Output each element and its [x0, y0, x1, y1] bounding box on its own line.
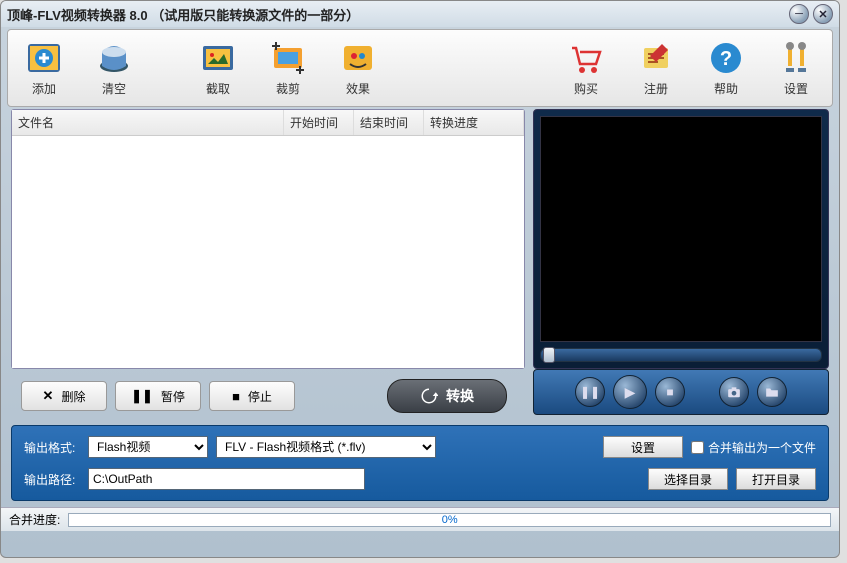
col-end-time[interactable]: 结束时间: [354, 110, 424, 135]
output-panel: 输出格式: Flash视频 FLV - Flash视频格式 (*.flv) 设置…: [11, 425, 829, 501]
toolbar-buy-label: 购买: [574, 80, 598, 97]
effect-icon: [340, 40, 376, 76]
pause-icon: ❚❚: [131, 388, 153, 404]
player-play-button[interactable]: ▶: [613, 375, 647, 409]
delete-label: 删除: [61, 388, 85, 405]
pause-button[interactable]: ❚❚ 暂停: [115, 381, 201, 411]
cart-icon: [568, 40, 604, 76]
pause-label: 暂停: [161, 388, 185, 405]
convert-button[interactable]: 转换: [387, 379, 507, 413]
preview-panel: [533, 109, 829, 369]
toolbar-crop-button[interactable]: 裁剪: [260, 40, 316, 97]
crop-icon: [270, 40, 306, 76]
col-start-time[interactable]: 开始时间: [284, 110, 354, 135]
main-toolbar: 添加 清空 截取 裁剪 效果 购买 注册 ? 帮助: [7, 29, 833, 107]
choose-dir-button[interactable]: 选择目录: [648, 468, 728, 490]
player-snapshot-button[interactable]: [719, 377, 749, 407]
seek-thumb[interactable]: [543, 347, 555, 363]
toolbar-capture-label: 截取: [206, 80, 230, 97]
file-list[interactable]: 文件名 开始时间 结束时间 转换进度: [11, 109, 525, 369]
close-button[interactable]: ✕: [813, 4, 833, 24]
list-action-row: ✕ 删除 ❚❚ 暂停 ■ 停止 转换: [11, 369, 517, 419]
toolbar-register-button[interactable]: 注册: [628, 40, 684, 97]
svg-text:?: ?: [720, 48, 732, 70]
toolbar-help-button[interactable]: ? 帮助: [698, 40, 754, 97]
output-path-label: 输出路径:: [24, 471, 80, 488]
x-icon: ✕: [43, 388, 54, 404]
toolbar-capture-button[interactable]: 截取: [190, 40, 246, 97]
output-format-select[interactable]: Flash视频: [88, 436, 208, 458]
toolbar-crop-label: 裁剪: [276, 80, 300, 97]
toolbar-clear-button[interactable]: 清空: [86, 40, 142, 97]
convert-label: 转换: [446, 386, 474, 406]
player-open-button[interactable]: [757, 377, 787, 407]
toolbar-settings-button[interactable]: 设置: [768, 40, 824, 97]
add-icon: [26, 40, 62, 76]
merge-checkbox[interactable]: [691, 441, 704, 454]
toolbar-buy-button[interactable]: 购买: [558, 40, 614, 97]
settings-icon: [778, 40, 814, 76]
toolbar-settings-label: 设置: [784, 80, 808, 97]
clear-icon: [96, 40, 132, 76]
output-path-input[interactable]: [88, 468, 365, 490]
minimize-button[interactable]: ─: [789, 4, 809, 24]
app-title: 顶峰-FLV视频转换器 8.0 （试用版只能转换源文件的一部分）: [7, 5, 359, 24]
output-settings-button[interactable]: 设置: [603, 436, 683, 458]
output-format-ext-select[interactable]: FLV - Flash视频格式 (*.flv): [216, 436, 436, 458]
merge-checkbox-wrap[interactable]: 合并输出为一个文件: [691, 439, 816, 456]
register-icon: [638, 40, 674, 76]
merge-progress-label: 合并进度:: [9, 511, 60, 528]
capture-icon: [200, 40, 236, 76]
open-dir-button[interactable]: 打开目录: [736, 468, 816, 490]
delete-button[interactable]: ✕ 删除: [21, 381, 107, 411]
col-progress[interactable]: 转换进度: [424, 110, 524, 135]
toolbar-clear-label: 清空: [102, 80, 126, 97]
video-preview[interactable]: [540, 116, 822, 342]
toolbar-register-label: 注册: [644, 80, 668, 97]
convert-icon: [420, 387, 438, 405]
help-icon: ?: [708, 40, 744, 76]
toolbar-effect-button[interactable]: 效果: [330, 40, 386, 97]
app-window: 顶峰-FLV视频转换器 8.0 （试用版只能转换源文件的一部分） ─ ✕ 添加 …: [0, 0, 840, 558]
statusbar: 合并进度: 0%: [1, 507, 839, 531]
merge-progress-pct: 0%: [442, 514, 458, 527]
toolbar-effect-label: 效果: [346, 80, 370, 97]
titlebar: 顶峰-FLV视频转换器 8.0 （试用版只能转换源文件的一部分） ─ ✕: [1, 1, 839, 27]
stop-icon: ■: [232, 389, 240, 404]
seek-slider[interactable]: [540, 348, 822, 362]
file-list-header: 文件名 开始时间 结束时间 转换进度: [12, 110, 524, 136]
output-format-label: 输出格式:: [24, 439, 80, 456]
player-stop-button[interactable]: ■: [655, 377, 685, 407]
col-filename[interactable]: 文件名: [12, 110, 284, 135]
camera-icon: [727, 385, 741, 399]
folder-icon: [765, 385, 779, 399]
player-controls: ❚❚ ▶ ■: [533, 369, 829, 415]
toolbar-add-button[interactable]: 添加: [16, 40, 72, 97]
player-pause-button[interactable]: ❚❚: [575, 377, 605, 407]
stop-button[interactable]: ■ 停止: [209, 381, 295, 411]
file-list-body[interactable]: [12, 136, 524, 368]
toolbar-add-label: 添加: [32, 80, 56, 97]
merge-label: 合并输出为一个文件: [708, 439, 816, 456]
toolbar-help-label: 帮助: [714, 80, 738, 97]
merge-progress-bar: 0%: [68, 513, 831, 527]
stop-label: 停止: [248, 388, 272, 405]
